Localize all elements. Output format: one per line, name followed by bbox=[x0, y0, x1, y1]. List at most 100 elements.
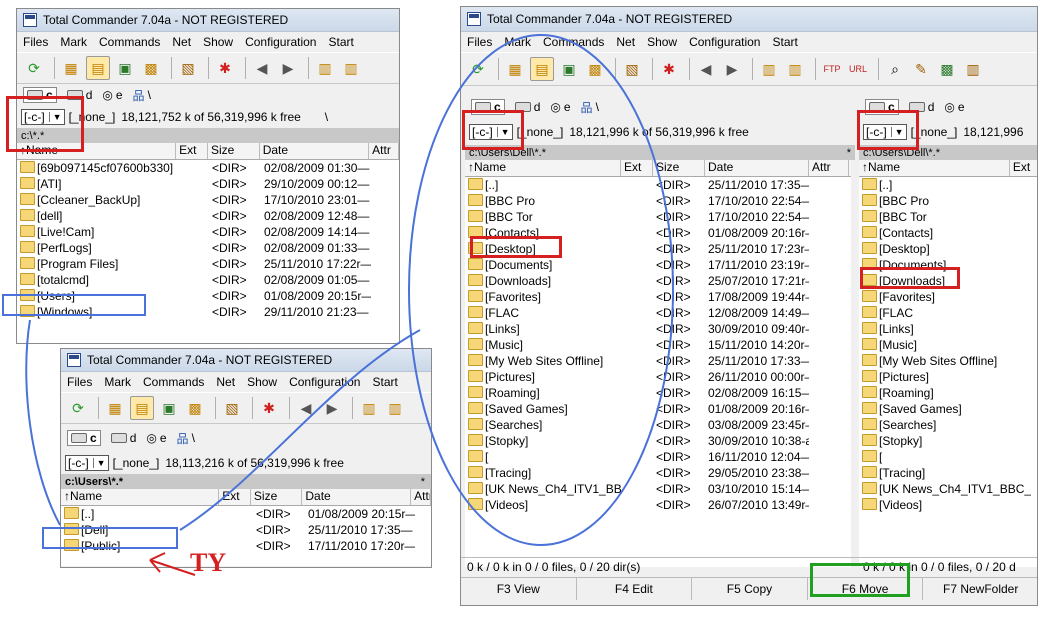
drive-e-button[interactable]: ◎ e bbox=[550, 100, 570, 114]
col-ext[interactable]: Ext bbox=[621, 160, 653, 176]
table-row[interactable]: [Tracing] bbox=[859, 465, 1037, 481]
table-row[interactable]: [Roaming] bbox=[859, 385, 1037, 401]
col-date[interactable]: Date bbox=[302, 489, 412, 505]
forward-icon[interactable]: ▶ bbox=[321, 397, 343, 419]
col-name[interactable]: ↑Name bbox=[61, 489, 220, 505]
col-name[interactable]: ↑Name bbox=[859, 160, 1010, 176]
table-row[interactable]: [Links] <DIR> 30/09/2010 09:40r— bbox=[465, 321, 851, 337]
drive-d-button[interactable]: d bbox=[110, 431, 136, 445]
menu-commands[interactable]: Commands bbox=[543, 35, 604, 49]
thumbnail-view-icon[interactable]: ▣ bbox=[158, 397, 180, 419]
refresh-icon[interactable]: ⟳ bbox=[467, 58, 489, 80]
forward-icon[interactable]: ▶ bbox=[277, 57, 299, 79]
network-drive-button[interactable]: 品 \ bbox=[133, 87, 151, 104]
refresh-icon[interactable]: ⟳ bbox=[67, 397, 89, 419]
table-row[interactable]: [Stopky] bbox=[859, 433, 1037, 449]
binoculars-icon[interactable]: ⌕ bbox=[884, 58, 906, 80]
table-row[interactable]: [Pictures] bbox=[859, 369, 1037, 385]
back-icon[interactable]: ◀ bbox=[695, 58, 717, 80]
menu-files[interactable]: Files bbox=[23, 35, 48, 49]
menu-configuration[interactable]: Configuration bbox=[689, 35, 760, 49]
drive-c-button[interactable]: c bbox=[67, 430, 101, 446]
forward-icon[interactable]: ▶ bbox=[721, 58, 743, 80]
col-size[interactable]: Size bbox=[653, 160, 705, 176]
table-row[interactable]: [Ccleaner_BackUp] <DIR> 17/10/2010 23:01— bbox=[17, 192, 399, 208]
network-drive-button[interactable]: 品 \ bbox=[581, 99, 599, 116]
table-row[interactable]: [BBC Tor <DIR> 17/10/2010 22:54— bbox=[465, 209, 851, 225]
multi-rename-icon[interactable]: ✎ bbox=[910, 58, 932, 80]
drive-e-button[interactable]: ◎ e bbox=[146, 431, 166, 445]
pack-icon[interactable]: ▥ bbox=[314, 57, 336, 79]
table-row[interactable]: [Links] bbox=[859, 321, 1037, 337]
table-row[interactable]: [PerfLogs] <DIR> 02/08/2009 01:33— bbox=[17, 240, 399, 256]
menu-mark[interactable]: Mark bbox=[104, 375, 131, 389]
invert-selection-icon[interactable]: ▧ bbox=[221, 397, 243, 419]
invert-selection-icon[interactable]: ▧ bbox=[177, 57, 199, 79]
sync-dirs-icon[interactable]: ▩ bbox=[936, 58, 958, 80]
brief-view-icon[interactable]: ▦ bbox=[504, 58, 526, 80]
table-row[interactable]: [..] <DIR> 25/11/2010 17:35— bbox=[465, 177, 851, 193]
tree-view-icon[interactable]: ▩ bbox=[140, 57, 162, 79]
menu-configuration[interactable]: Configuration bbox=[289, 375, 360, 389]
col-attr[interactable]: Attr bbox=[411, 489, 431, 505]
drive-e-button[interactable]: ◎ e bbox=[102, 88, 122, 102]
table-row[interactable]: [FLAC <DIR> 12/08/2009 14:49— bbox=[465, 305, 851, 321]
col-size[interactable]: Size bbox=[208, 143, 260, 159]
tree-view-icon[interactable]: ▩ bbox=[584, 58, 606, 80]
full-view-icon[interactable]: ▤ bbox=[130, 396, 154, 420]
notepad-icon[interactable]: ▥ bbox=[962, 58, 984, 80]
table-row[interactable]: [..] bbox=[859, 177, 1037, 193]
thumbnail-view-icon[interactable]: ▣ bbox=[558, 58, 580, 80]
drive-e-button[interactable]: ◎ e bbox=[944, 100, 964, 114]
table-row[interactable]: [<DIR> 16/11/2010 12:04— bbox=[465, 449, 851, 465]
col-date[interactable]: Date bbox=[705, 160, 809, 176]
refresh-icon[interactable]: ⟳ bbox=[23, 57, 45, 79]
table-row[interactable]: [Roaming] <DIR> 02/08/2009 16:15— bbox=[465, 385, 851, 401]
menu-start[interactable]: Start bbox=[772, 35, 797, 49]
menu-commands[interactable]: Commands bbox=[99, 35, 160, 49]
menu-show[interactable]: Show bbox=[203, 35, 233, 49]
url-connect-icon[interactable]: URL bbox=[847, 58, 869, 80]
table-row[interactable]: [Contacts] bbox=[859, 225, 1037, 241]
pack-icon[interactable]: ▥ bbox=[358, 397, 380, 419]
table-row[interactable]: [Searches] bbox=[859, 417, 1037, 433]
brief-view-icon[interactable]: ▦ bbox=[104, 397, 126, 419]
table-row[interactable]: [Searches] <DIR> 03/08/2009 23:45r— bbox=[465, 417, 851, 433]
history-button[interactable]: * bbox=[421, 476, 425, 488]
unpack-archive-icon[interactable]: ▥ bbox=[340, 57, 362, 79]
thumbnail-view-icon[interactable]: ▣ bbox=[114, 57, 136, 79]
table-row[interactable]: [Stopky] <DIR> 30/09/2010 10:38-a— bbox=[465, 433, 851, 449]
table-row[interactable]: [dell] <DIR> 02/08/2009 12:48— bbox=[17, 208, 399, 224]
menu-start[interactable]: Start bbox=[328, 35, 353, 49]
table-row[interactable]: [Live!Cam] <DIR> 02/08/2009 14:14— bbox=[17, 224, 399, 240]
table-row[interactable]: [Downloads] <DIR> 25/07/2010 17:21r— bbox=[465, 273, 851, 289]
table-row[interactable]: [BBC Pro <DIR> 17/10/2010 22:54— bbox=[465, 193, 851, 209]
col-name[interactable]: ↑Name bbox=[465, 160, 621, 176]
col-attr[interactable]: Attr bbox=[369, 143, 399, 159]
menu-commands[interactable]: Commands bbox=[143, 375, 204, 389]
col-ext[interactable]: Ext bbox=[176, 143, 208, 159]
table-row[interactable]: [Documents] <DIR> 17/11/2010 23:19r— bbox=[465, 257, 851, 273]
f3-view-button[interactable]: F3 View bbox=[461, 578, 577, 600]
table-row[interactable]: [Pictures] <DIR> 26/11/2010 00:00r— bbox=[465, 369, 851, 385]
table-row[interactable]: [Tracing] <DIR> 29/05/2010 23:38— bbox=[465, 465, 851, 481]
menu-net[interactable]: Net bbox=[216, 375, 235, 389]
table-row[interactable]: [Favorites] <DIR> 17/08/2009 19:44r— bbox=[465, 289, 851, 305]
table-row[interactable]: [FLAC bbox=[859, 305, 1037, 321]
table-row[interactable]: [Saved Games] <DIR> 01/08/2009 20:16r— bbox=[465, 401, 851, 417]
table-row[interactable]: [Saved Games] bbox=[859, 401, 1037, 417]
table-row[interactable]: [ bbox=[859, 449, 1037, 465]
menu-start[interactable]: Start bbox=[372, 375, 397, 389]
table-row[interactable]: [69b097145cf07600b330] <DIR> 02/08/2009 01… bbox=[17, 160, 399, 176]
menu-net[interactable]: Net bbox=[172, 35, 191, 49]
invert-selection-icon[interactable]: ▧ bbox=[621, 58, 643, 80]
table-row[interactable]: [Program Files] <DIR> 25/11/2010 17:22r— bbox=[17, 256, 399, 272]
full-view-icon[interactable]: ▤ bbox=[86, 56, 110, 80]
tree-view-icon[interactable]: ▩ bbox=[184, 397, 206, 419]
table-row[interactable]: [..] <DIR> 01/08/2009 20:15r— bbox=[61, 506, 431, 522]
unpack-archive-icon[interactable]: ▥ bbox=[784, 58, 806, 80]
menu-show[interactable]: Show bbox=[247, 375, 277, 389]
root-button[interactable]: \ bbox=[325, 110, 328, 124]
unpack-archive-icon[interactable]: ▥ bbox=[384, 397, 406, 419]
table-row[interactable]: [ATI] <DIR> 29/10/2009 00:12— bbox=[17, 176, 399, 192]
